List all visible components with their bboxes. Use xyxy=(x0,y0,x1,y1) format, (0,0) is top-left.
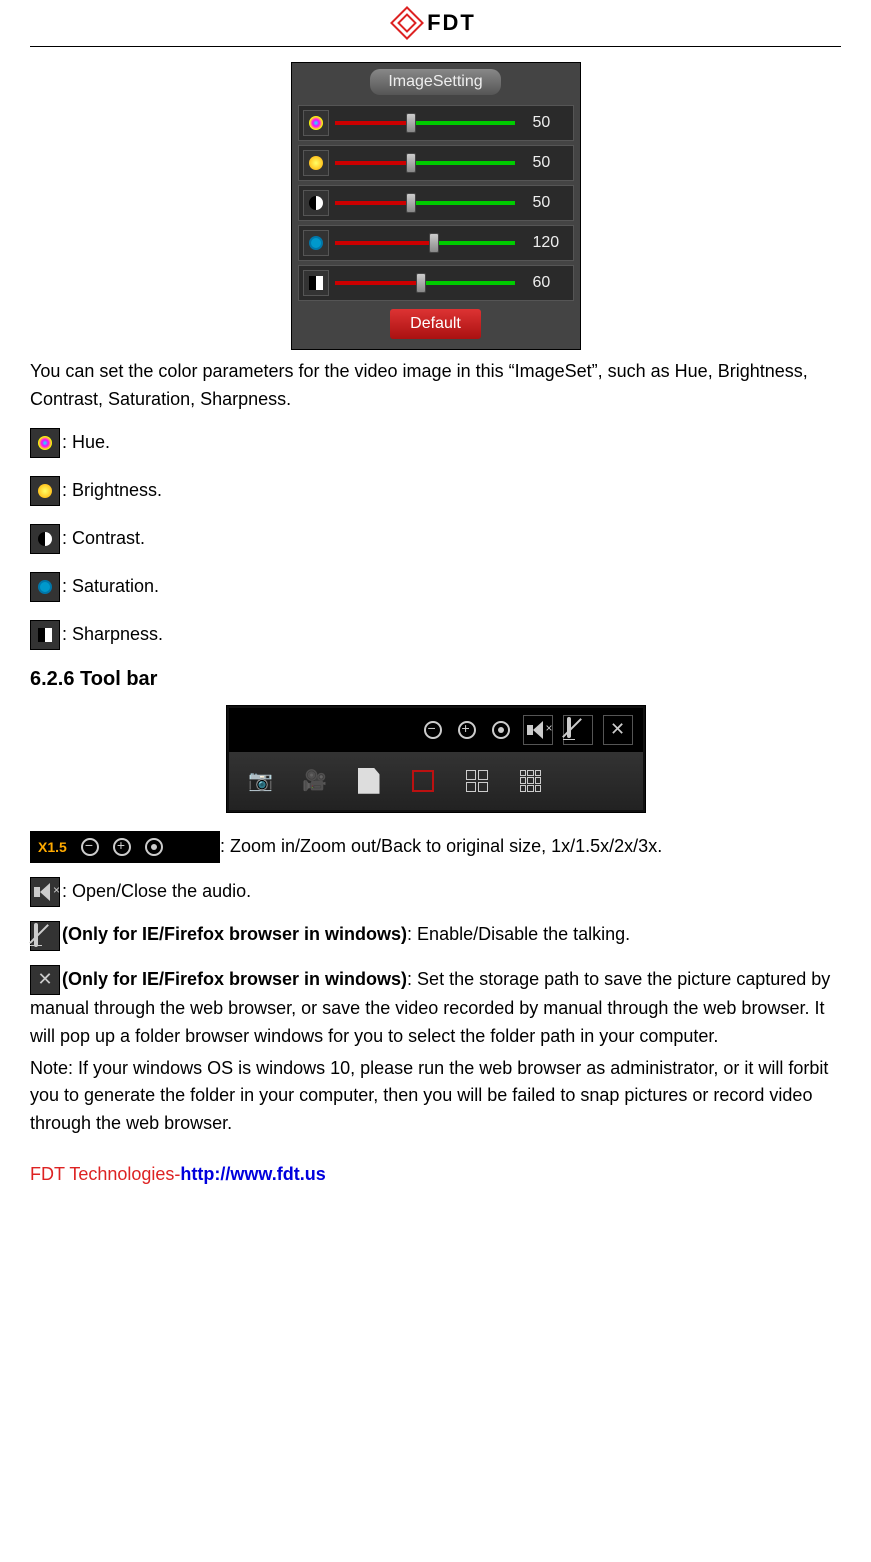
slider-brightness[interactable]: 50 xyxy=(298,145,574,181)
legend-brightness: : Brightness. xyxy=(30,476,841,506)
snapshot-icon[interactable]: 📷 xyxy=(243,766,279,796)
brightness-thumb[interactable] xyxy=(406,153,416,173)
hue-icon xyxy=(30,428,60,458)
image-setting-title[interactable]: ImageSetting xyxy=(370,69,500,95)
contrast-track[interactable] xyxy=(335,196,527,210)
settings-icon[interactable]: ✕ xyxy=(603,715,633,745)
contrast-icon xyxy=(30,524,60,554)
hue-icon xyxy=(303,110,329,136)
zoom-bar-icon: X1.5 xyxy=(30,831,220,863)
contrast-thumb[interactable] xyxy=(406,193,416,213)
slider-contrast[interactable]: 50 xyxy=(298,185,574,221)
brand-text: FDT xyxy=(427,10,476,36)
slider-saturation[interactable]: 120 xyxy=(298,225,574,261)
talk-icon xyxy=(30,921,60,951)
note-paragraph: Note: If your windows OS is windows 10, … xyxy=(30,1055,841,1139)
hue-thumb[interactable] xyxy=(406,113,416,133)
page-footer: FDT Technologies-http://www.fdt.us xyxy=(30,1164,841,1185)
zoom-reset-mini-icon xyxy=(145,838,163,856)
footer-company: FDT Technologies- xyxy=(30,1164,180,1184)
brightness-value: 50 xyxy=(533,154,569,172)
image-setting-panel: ImageSetting 50 50 50 120 60 Default xyxy=(291,62,581,350)
zoom-out-mini-icon xyxy=(81,838,99,856)
mute-icon[interactable]: × xyxy=(523,715,553,745)
sharpness-thumb[interactable] xyxy=(416,273,426,293)
saturation-thumb[interactable] xyxy=(429,233,439,253)
default-button[interactable]: Default xyxy=(390,309,481,339)
page-header: FDT xyxy=(30,0,841,47)
view-quad-icon[interactable] xyxy=(459,766,495,796)
zoom-in-icon[interactable] xyxy=(455,715,479,745)
contrast-icon xyxy=(303,190,329,216)
toolbar-panel: × ✕ 📷 🎥 xyxy=(226,705,646,813)
path-legend: ✕(Only for IE/Firefox browser in windows… xyxy=(30,965,841,1051)
audio-legend: × : Open/Close the audio. xyxy=(30,877,841,907)
contrast-value: 50 xyxy=(533,194,569,212)
talk-legend: (Only for IE/Firefox browser in windows)… xyxy=(30,921,841,951)
brightness-track[interactable] xyxy=(335,156,527,170)
view-nine-icon[interactable] xyxy=(513,766,549,796)
slider-sharpness[interactable]: 60 xyxy=(298,265,574,301)
legend-hue: : Hue. xyxy=(30,428,841,458)
footer-url[interactable]: http://www.fdt.us xyxy=(180,1164,325,1184)
zoom-out-icon[interactable] xyxy=(421,715,445,745)
saturation-value: 120 xyxy=(533,234,569,252)
sdcard-icon[interactable] xyxy=(351,766,387,796)
saturation-track[interactable] xyxy=(335,236,527,250)
sharpness-icon xyxy=(30,620,60,650)
legend-saturation: : Saturation. xyxy=(30,572,841,602)
saturation-icon xyxy=(303,230,329,256)
brand-logo: FDT xyxy=(395,10,476,36)
view-single-icon[interactable] xyxy=(405,766,441,796)
slider-hue[interactable]: 50 xyxy=(298,105,574,141)
logo-icon xyxy=(390,6,424,40)
brightness-icon xyxy=(303,150,329,176)
brightness-icon xyxy=(30,476,60,506)
zoom-in-mini-icon xyxy=(113,838,131,856)
sharpness-track[interactable] xyxy=(335,276,527,290)
section-title: 6.2.6 Tool bar xyxy=(30,668,841,691)
sharpness-icon xyxy=(303,270,329,296)
saturation-icon xyxy=(30,572,60,602)
intro-paragraph: You can set the color parameters for the… xyxy=(30,358,841,414)
path-icon: ✕ xyxy=(30,965,60,995)
audio-icon: × xyxy=(30,877,60,907)
zoom-reset-icon[interactable] xyxy=(489,715,513,745)
hue-track[interactable] xyxy=(335,116,527,130)
record-icon[interactable]: 🎥 xyxy=(297,766,333,796)
sharpness-value: 60 xyxy=(533,274,569,292)
hue-value: 50 xyxy=(533,114,569,132)
zoom-legend: X1.5 : Zoom in/Zoom out/Back to original… xyxy=(30,831,841,863)
legend-sharpness: : Sharpness. xyxy=(30,620,841,650)
mic-mute-icon[interactable] xyxy=(563,715,593,745)
legend-contrast: : Contrast. xyxy=(30,524,841,554)
